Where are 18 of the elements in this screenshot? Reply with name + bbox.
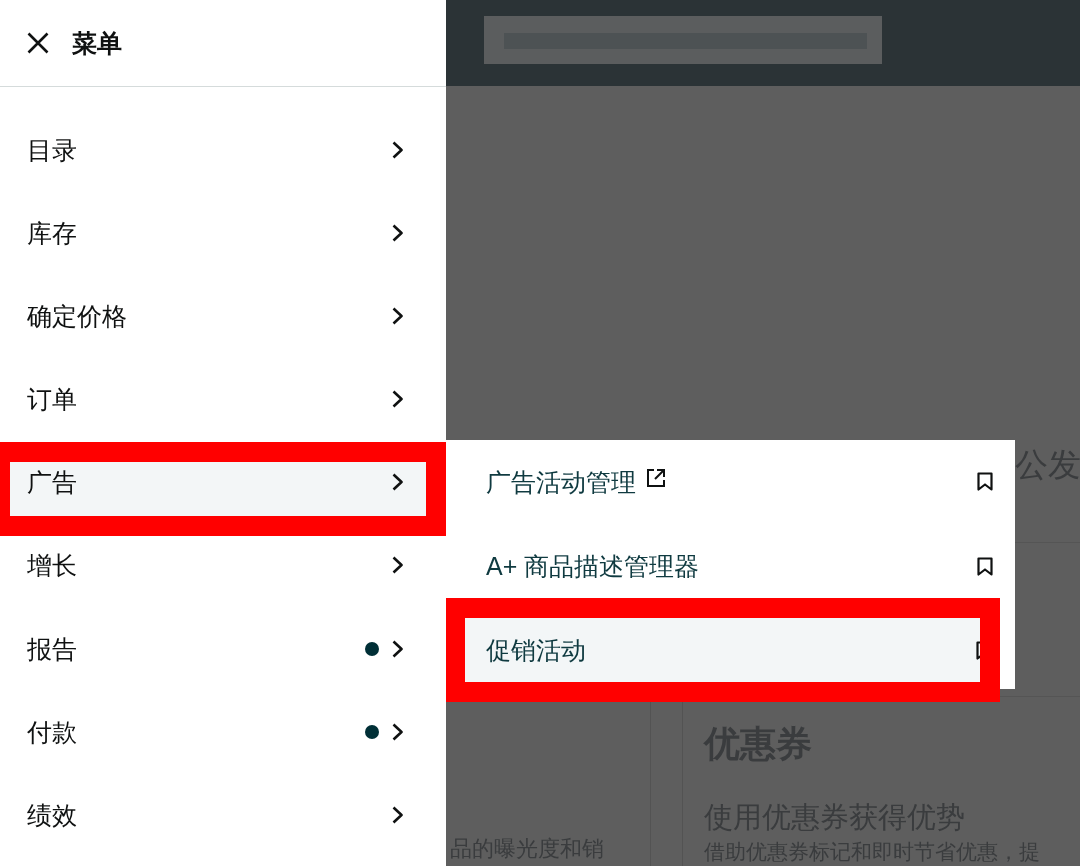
chevron-right-icon bbox=[392, 805, 403, 824]
chevron-right-icon bbox=[392, 306, 403, 325]
bookmark-icon[interactable] bbox=[976, 640, 980, 660]
chevron-right-icon bbox=[392, 473, 403, 491]
chevron-right-icon bbox=[392, 556, 403, 574]
menu-item[interactable]: 广告 bbox=[0, 442, 446, 536]
chevron-right-icon bbox=[392, 389, 403, 408]
close-button[interactable] bbox=[27, 32, 49, 54]
submenu-item[interactable]: 促销活动 bbox=[446, 598, 1000, 702]
chevron-right-icon bbox=[392, 639, 403, 658]
menu-title: 菜单 bbox=[72, 28, 122, 59]
bookmark-icon[interactable] bbox=[977, 472, 993, 491]
bookmark-icon[interactable] bbox=[977, 556, 993, 576]
chevron-right-icon bbox=[392, 223, 403, 242]
blurred-search-field[interactable] bbox=[484, 16, 882, 64]
chevron-right-icon bbox=[392, 140, 403, 159]
chevron-right-icon bbox=[392, 722, 403, 741]
close-icon bbox=[27, 32, 49, 54]
